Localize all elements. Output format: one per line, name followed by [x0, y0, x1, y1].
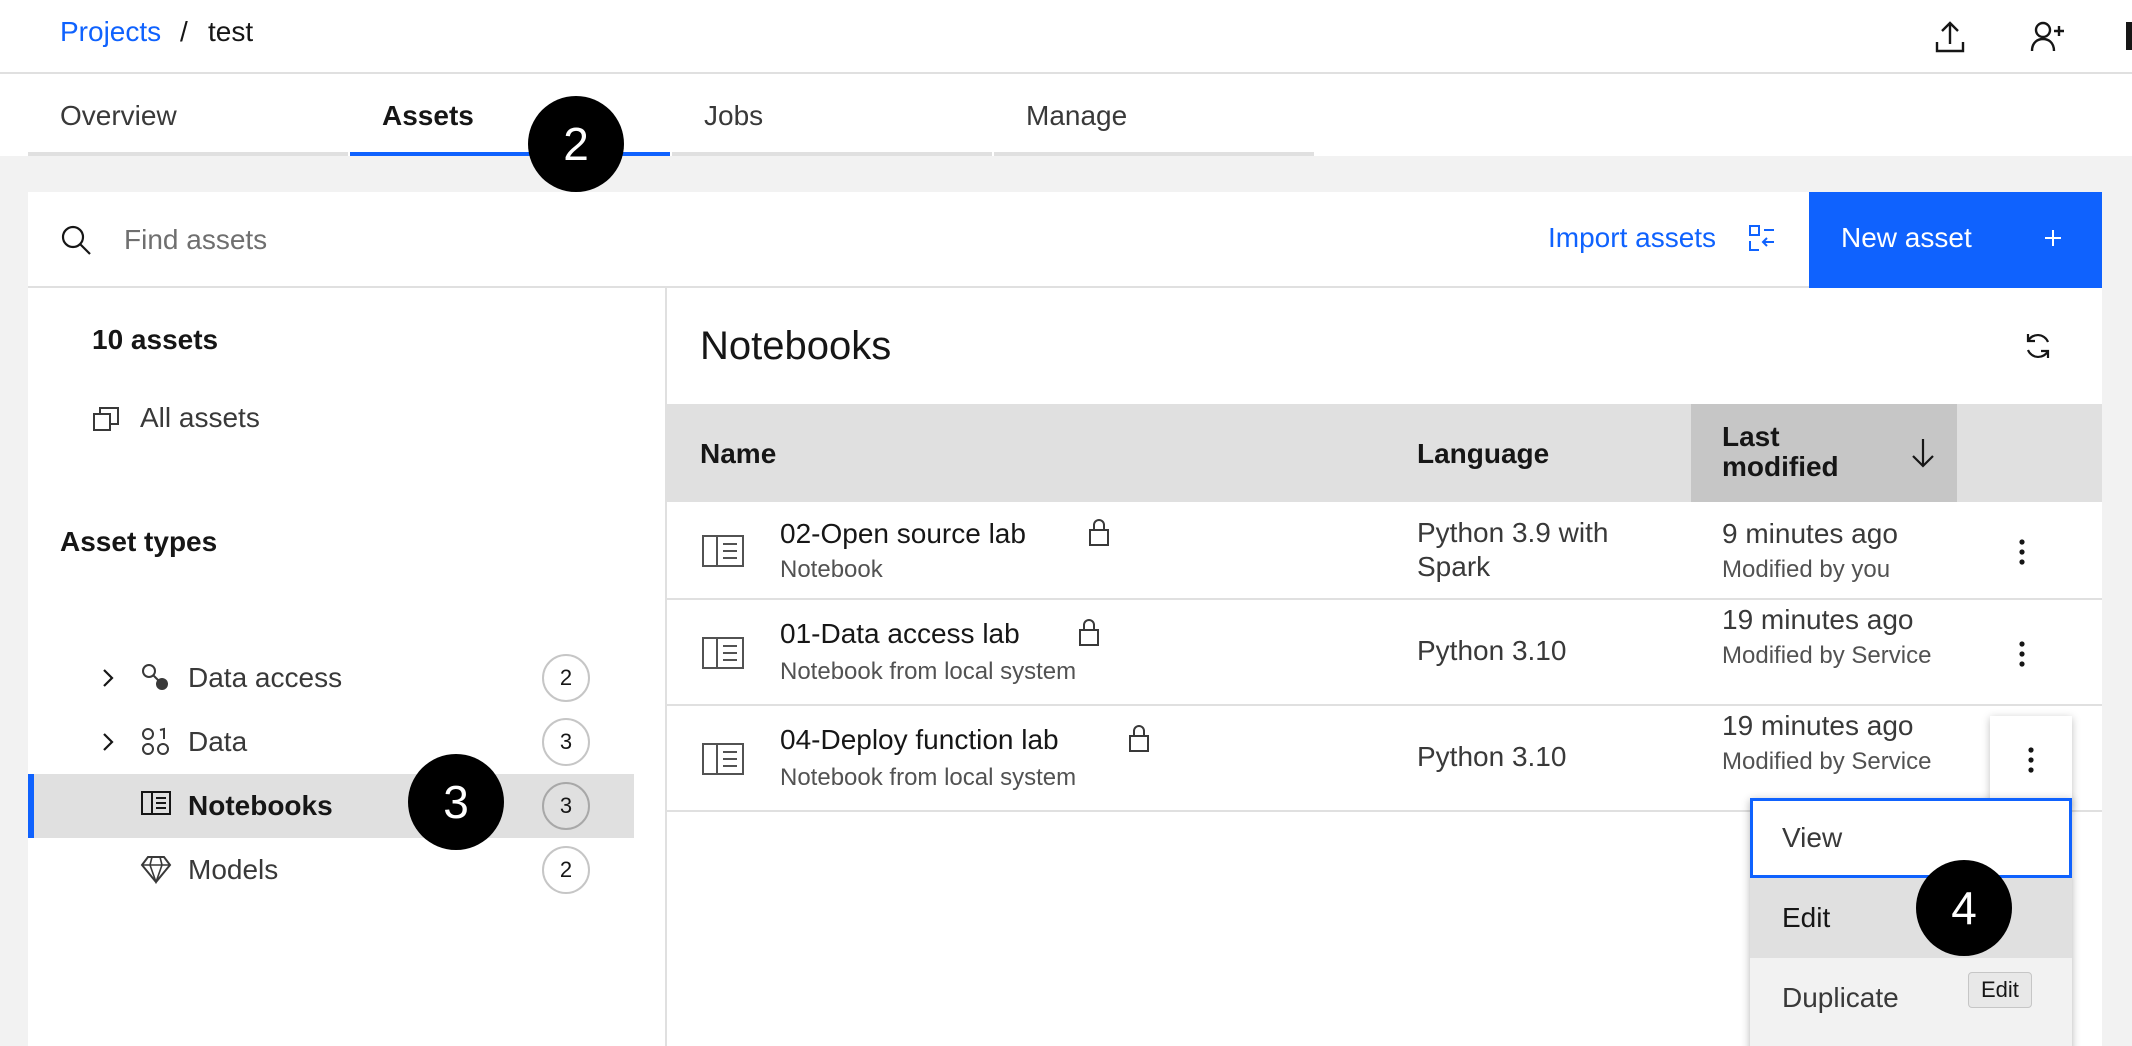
breadcrumb-projects-link[interactable]: Projects	[60, 16, 161, 48]
notebook-language: Python 3.10	[1417, 635, 1567, 666]
breadcrumb-current: test	[208, 16, 254, 47]
modified-time: 19 minutes ago	[1722, 710, 1914, 741]
all-assets-link[interactable]: All assets	[92, 400, 492, 444]
menu-item-label: View	[1782, 822, 1843, 853]
notebook-language: Python 3.9 with Spark	[1417, 517, 1609, 582]
notebook-name[interactable]: 04-Deploy function lab	[780, 724, 1059, 756]
breadcrumb-separator: /	[180, 16, 188, 47]
modified-by: Modified by you	[1722, 556, 1891, 583]
tab-overview[interactable]: Overview	[28, 74, 348, 156]
notebook-type: Notebook from local system	[780, 658, 1077, 685]
menu-item-view[interactable]: View	[1750, 798, 2072, 878]
data-icon	[140, 726, 172, 758]
top-header	[0, 0, 2132, 74]
asset-type-models[interactable]: Models 2	[28, 838, 634, 902]
lock-icon	[1127, 724, 1151, 754]
notebook-language: Python 3.10	[1417, 741, 1567, 772]
asset-types-heading: Asset types	[60, 526, 218, 557]
asset-type-count-badge: 3	[542, 718, 590, 766]
modified-time: 9 minutes ago	[1722, 518, 1898, 549]
overflow-menu-icon[interactable]	[2026, 746, 2036, 774]
tabs-row: Overview Assets Jobs Manage	[0, 74, 2132, 156]
new-asset-button[interactable]: New asset	[1809, 192, 2102, 288]
tab-manage-label: Manage	[1026, 100, 1128, 131]
overflow-menu-icon[interactable]	[2017, 538, 2027, 566]
menu-item-edit[interactable]: Edit	[1750, 878, 2072, 958]
search-input[interactable]	[110, 214, 1010, 266]
model-icon	[140, 854, 172, 884]
column-header-language[interactable]: Language	[1417, 438, 1549, 470]
data-access-icon	[140, 662, 172, 694]
step-callout-2: 2	[528, 96, 624, 192]
section-title: Notebooks	[700, 324, 892, 368]
step-callout-4: 4	[1916, 860, 2012, 956]
notebook-type: Notebook	[780, 556, 883, 583]
modified-by: Modified by Service	[1722, 642, 1932, 669]
asset-type-data-access[interactable]: Data access 2	[28, 646, 634, 710]
add-user-icon[interactable]	[2030, 20, 2066, 54]
tab-overview-label: Overview	[60, 100, 177, 131]
overflow-menu: View Edit Duplicate	[1750, 798, 2072, 1046]
upload-icon[interactable]	[1934, 20, 1966, 54]
menu-item-label: Edit	[1782, 902, 1831, 933]
asset-type-label: Data access	[188, 662, 343, 693]
lock-icon	[1087, 518, 1111, 548]
notebook-icon	[701, 636, 745, 670]
tab-manage[interactable]: Manage	[994, 74, 1314, 156]
asset-type-notebooks[interactable]: Notebooks 3	[28, 774, 634, 838]
import-icon	[1748, 224, 1776, 252]
import-assets-label: Import assets	[1548, 222, 1717, 253]
asset-type-label: Models	[188, 854, 279, 885]
import-assets-button[interactable]: Import assets	[1520, 192, 1810, 288]
overflow-edge-icon[interactable]	[2126, 22, 2132, 50]
table-row[interactable]: 01-Data access lab Notebook from local s…	[667, 600, 2102, 706]
asset-type-data[interactable]: Data 3	[28, 710, 634, 774]
copy-stack-icon	[92, 404, 122, 434]
plus-icon	[2041, 226, 2065, 250]
column-header-name[interactable]: Name	[700, 438, 776, 470]
table-row[interactable]: 04-Deploy function lab Notebook from loc…	[667, 706, 2102, 812]
notebook-name[interactable]: 02-Open source lab	[780, 518, 1026, 550]
column-header-last-modified[interactable]: Last modified	[1722, 422, 1882, 482]
asset-type-count-badge: 2	[542, 654, 590, 702]
tab-jobs[interactable]: Jobs	[672, 74, 992, 156]
tooltip: Edit	[1968, 972, 2032, 1008]
all-assets-label: All assets	[140, 402, 260, 433]
overflow-menu-trigger-open[interactable]	[1990, 716, 2072, 806]
tab-jobs-label: Jobs	[704, 100, 764, 131]
search-icon	[60, 224, 92, 256]
assets-count: 10 assets	[92, 324, 219, 355]
menu-item-label: Duplicate	[1782, 982, 1899, 1013]
notebook-icon	[140, 790, 172, 818]
modified-by: Modified by Service	[1722, 748, 1932, 775]
lock-icon	[1077, 618, 1101, 648]
tab-assets-label: Assets	[382, 100, 474, 131]
arrow-down-icon[interactable]	[1909, 436, 1937, 470]
overflow-menu-icon[interactable]	[2017, 640, 2027, 668]
chevron-right-icon[interactable]	[100, 730, 116, 754]
asset-type-count-badge: 2	[542, 846, 590, 894]
asset-type-count-badge: 3	[542, 782, 590, 830]
step-callout-3: 3	[408, 754, 504, 850]
notebook-name[interactable]: 01-Data access lab	[780, 618, 1020, 650]
modified-time: 19 minutes ago	[1722, 604, 1914, 635]
refresh-icon[interactable]	[2022, 330, 2054, 362]
notebook-type: Notebook from local system	[780, 764, 1077, 791]
table-row[interactable]: 02-Open source lab Notebook Python 3.9 w…	[667, 502, 2102, 600]
asset-type-label: Data	[188, 726, 248, 757]
new-asset-label: New asset	[1841, 222, 1972, 253]
chevron-right-icon[interactable]	[100, 666, 116, 690]
notebook-icon	[701, 742, 745, 776]
asset-type-label: Notebooks	[188, 790, 333, 821]
notebook-icon	[701, 534, 745, 568]
